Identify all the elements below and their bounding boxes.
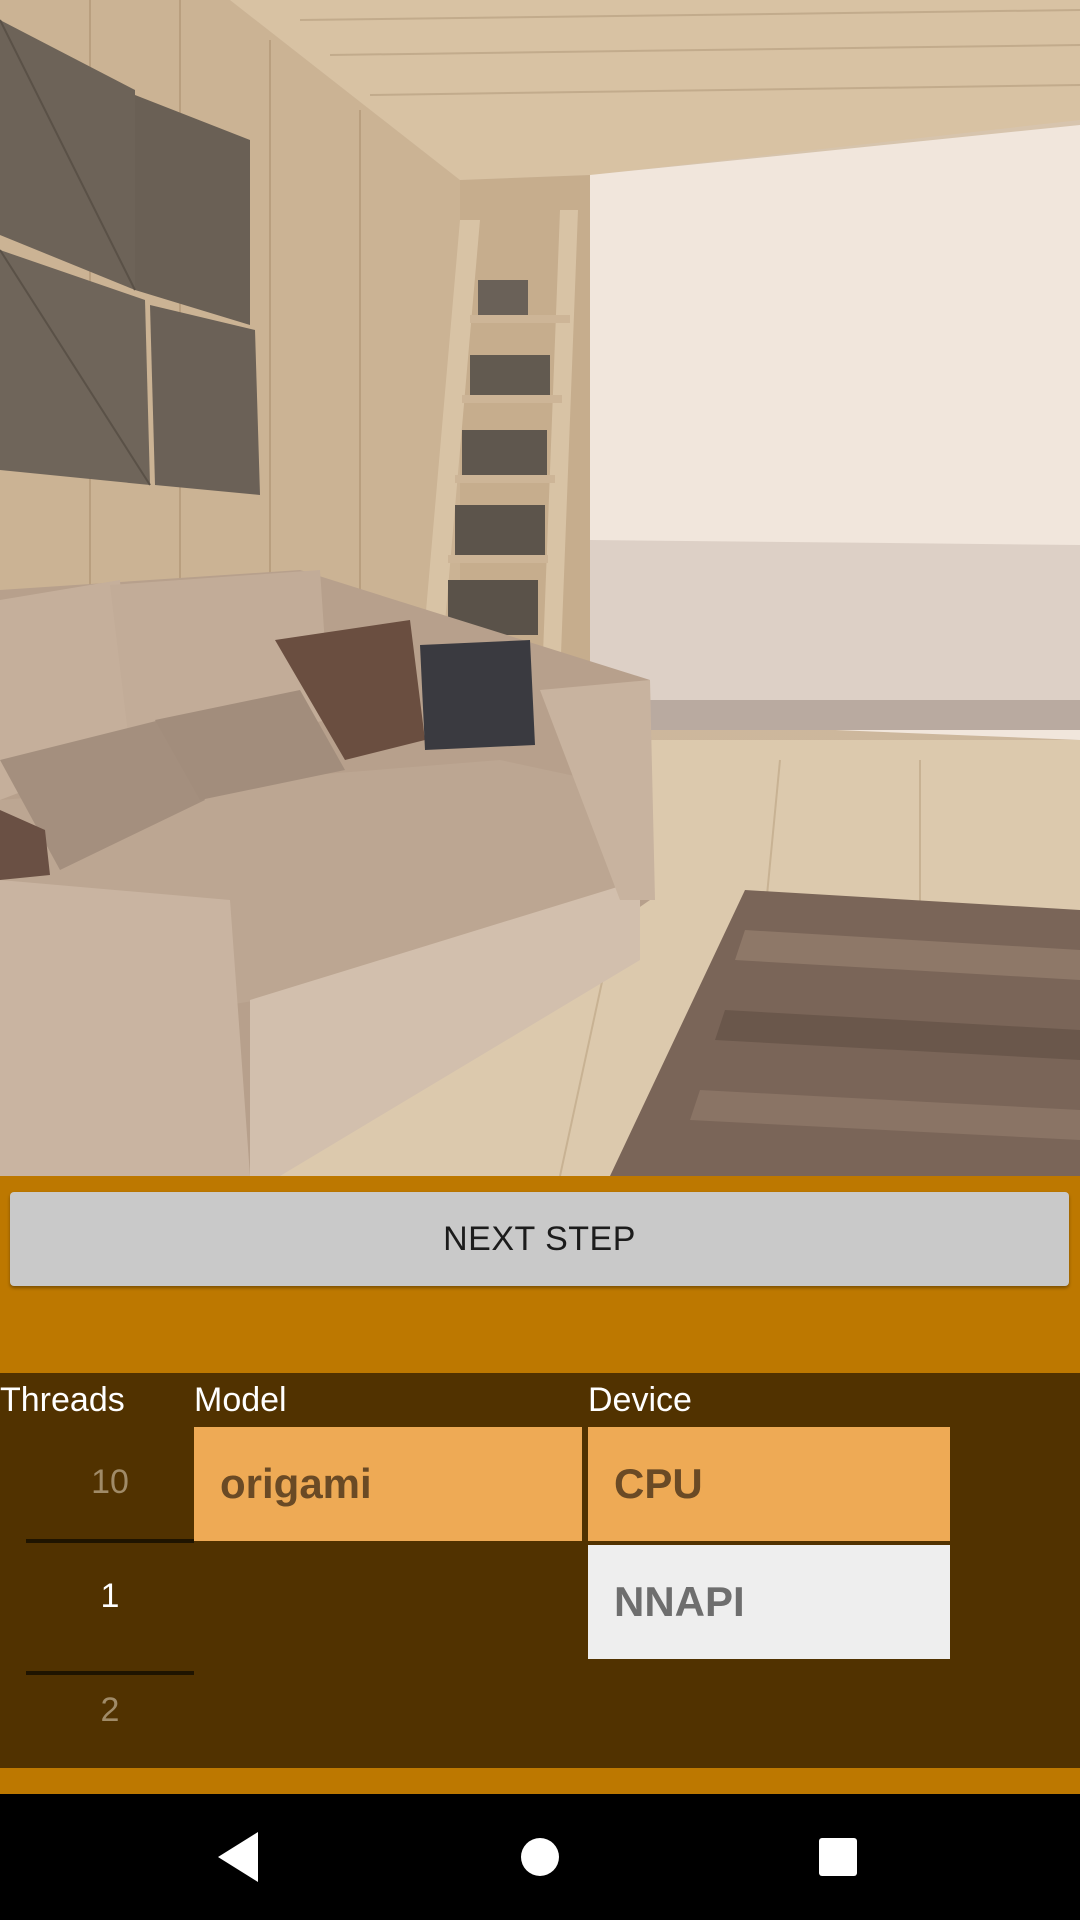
- model-label: Model: [194, 1381, 287, 1419]
- home-icon[interactable]: [507, 1824, 573, 1890]
- room-photo: [0, 0, 1080, 1176]
- app-screen: NEXT STEP Threads Model Device 10 1 2 or…: [0, 0, 1080, 1920]
- device-option-cpu[interactable]: CPU: [588, 1427, 950, 1541]
- threads-label: Threads: [0, 1381, 125, 1419]
- action-bar: NEXT STEP: [0, 1176, 1080, 1373]
- threads-value-selected[interactable]: 1: [26, 1577, 194, 1616]
- model-option-origami[interactable]: origami: [194, 1427, 582, 1541]
- next-step-button[interactable]: NEXT STEP: [10, 1192, 1069, 1286]
- bottom-accent-bar: [0, 1768, 1080, 1794]
- settings-panel: Threads Model Device 10 1 2 origami CPU …: [0, 1373, 1080, 1768]
- device-label: Device: [588, 1381, 692, 1419]
- threads-value-below[interactable]: 2: [26, 1691, 194, 1730]
- picker-divider-top: [26, 1539, 194, 1543]
- navigation-bar: [0, 1794, 1080, 1920]
- threads-value-above[interactable]: 10: [26, 1463, 194, 1502]
- device-option-nnapi[interactable]: NNAPI: [588, 1545, 950, 1659]
- threads-picker[interactable]: 10 1 2: [0, 1433, 194, 1768]
- picker-divider-bottom: [26, 1671, 194, 1675]
- recents-icon[interactable]: [805, 1824, 871, 1890]
- back-icon[interactable]: [206, 1824, 272, 1890]
